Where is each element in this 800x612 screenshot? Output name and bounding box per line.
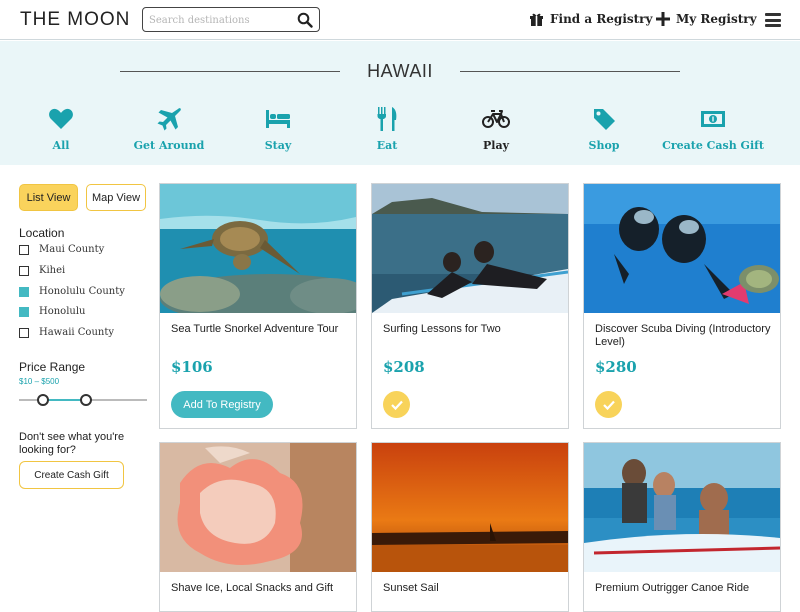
outrigger-canoe-photo[interactable]	[584, 443, 780, 572]
price-range-slider[interactable]	[19, 394, 147, 406]
site-logo[interactable]: THE MOON	[20, 9, 130, 31]
experience-card[interactable]: Sunset Sail	[371, 442, 569, 612]
category-play[interactable]: Play	[441, 107, 551, 152]
shave-ice-photo[interactable]	[160, 443, 356, 572]
bed-icon	[266, 110, 290, 128]
card-price: $280	[595, 358, 637, 376]
checkbox[interactable]	[19, 244, 29, 255]
category-label: Create Cash Gift	[662, 139, 764, 152]
search-box[interactable]	[142, 7, 320, 32]
sunset-sail-photo[interactable]	[372, 443, 568, 572]
experience-card[interactable]: Shave Ice, Local Snacks and Gift	[159, 442, 357, 612]
bicycle-icon	[482, 110, 510, 128]
experience-card[interactable]: Sea Turtle Snorkel Adventure Tour $106 A…	[159, 183, 357, 429]
search-input[interactable]	[149, 11, 289, 29]
checkbox-checked[interactable]	[19, 286, 29, 297]
card-title[interactable]: Shave Ice, Local Snacks and Gift	[171, 582, 347, 595]
my-registry-link[interactable]: My Registry	[656, 12, 757, 26]
sea-turtle-photo[interactable]	[160, 184, 356, 313]
category-stay[interactable]: Stay	[223, 107, 333, 152]
scuba-diving-photo[interactable]	[584, 184, 780, 313]
category-eat[interactable]: Eat	[332, 107, 442, 152]
plus-icon	[656, 12, 670, 26]
map-view-button[interactable]: Map View	[86, 184, 146, 211]
my-registry-label: My Registry	[676, 12, 757, 26]
surfing-lesson-photo[interactable]	[372, 184, 568, 313]
location-filter-kihei[interactable]: Kihei	[19, 265, 65, 276]
location-heading: Location	[19, 226, 65, 240]
add-to-registry-button[interactable]: Add To Registry	[171, 391, 273, 418]
slider-max-handle[interactable]	[79, 394, 92, 406]
location-filter-maui-county[interactable]: Maui County	[19, 244, 104, 255]
category-label: Get Around	[133, 139, 205, 152]
category-label: All	[52, 139, 70, 152]
airplane-icon	[157, 108, 181, 131]
create-cash-gift-button[interactable]: Create Cash Gift	[19, 461, 124, 489]
find-registry-link[interactable]: Find a Registry	[529, 12, 652, 26]
experience-card[interactable]: Discover Scuba Diving (Introductory Leve…	[583, 183, 781, 429]
added-check-icon[interactable]	[383, 391, 410, 418]
card-title[interactable]: Discover Scuba Diving (Introductory Leve…	[595, 323, 771, 349]
category-label: Shop	[588, 139, 620, 152]
experience-card[interactable]: Premium Outrigger Canoe Ride	[583, 442, 781, 612]
title-divider-left	[120, 71, 340, 72]
search-icon[interactable]	[297, 12, 313, 28]
card-title[interactable]: Premium Outrigger Canoe Ride	[595, 582, 771, 595]
slider-min-handle[interactable]	[37, 394, 50, 406]
location-filter-hawaii-county[interactable]: Hawaii County	[19, 327, 114, 338]
tag-icon	[594, 109, 615, 130]
destination-title: HAWAII	[367, 61, 433, 81]
category-get-around[interactable]: Get Around	[114, 107, 224, 152]
card-title[interactable]: Sea Turtle Snorkel Adventure Tour	[171, 323, 347, 336]
category-create-cash-gift[interactable]: Create Cash Gift	[658, 107, 768, 152]
heart-icon	[49, 108, 73, 129]
gift-icon	[530, 13, 543, 26]
utensils-icon	[377, 107, 397, 131]
category-shop[interactable]: Shop	[549, 107, 659, 152]
card-price: $208	[383, 358, 425, 376]
category-band: HAWAII All Get Around Stay Eat Play Shop…	[0, 41, 800, 165]
find-registry-label: Find a Registry	[550, 12, 653, 26]
category-label: Eat	[376, 139, 398, 152]
location-filter-honolulu[interactable]: Honolulu	[19, 306, 85, 317]
checkbox-checked[interactable]	[19, 306, 29, 317]
category-label: Stay	[264, 139, 292, 152]
added-check-icon[interactable]	[595, 391, 622, 418]
card-price: $106	[171, 358, 213, 376]
card-title[interactable]: Sunset Sail	[383, 582, 559, 595]
category-all[interactable]: All	[6, 107, 116, 152]
experience-card[interactable]: Surfing Lessons for Two $208	[371, 183, 569, 429]
category-label: Play	[483, 139, 509, 152]
list-view-button[interactable]: List View	[19, 184, 78, 211]
price-range-heading: Price Range	[19, 360, 86, 374]
cash-icon	[701, 111, 725, 127]
location-label: Kihei	[39, 265, 66, 276]
help-text: Don't see what you're looking for?	[19, 431, 125, 456]
title-divider-right	[460, 71, 680, 72]
card-title[interactable]: Surfing Lessons for Two	[383, 323, 559, 336]
top-navigation-bar: THE MOON Find a Registry My Registry	[0, 0, 800, 40]
location-label: Honolulu County	[39, 286, 125, 297]
location-label: Honolulu	[39, 306, 86, 317]
location-label: Maui County	[39, 244, 105, 255]
location-label: Hawaii County	[39, 327, 114, 338]
price-range-value: $10 – $500	[19, 377, 60, 386]
checkbox[interactable]	[19, 265, 29, 276]
checkbox[interactable]	[19, 327, 29, 338]
menu-icon[interactable]	[765, 13, 781, 27]
location-filter-honolulu-county[interactable]: Honolulu County	[19, 286, 125, 297]
